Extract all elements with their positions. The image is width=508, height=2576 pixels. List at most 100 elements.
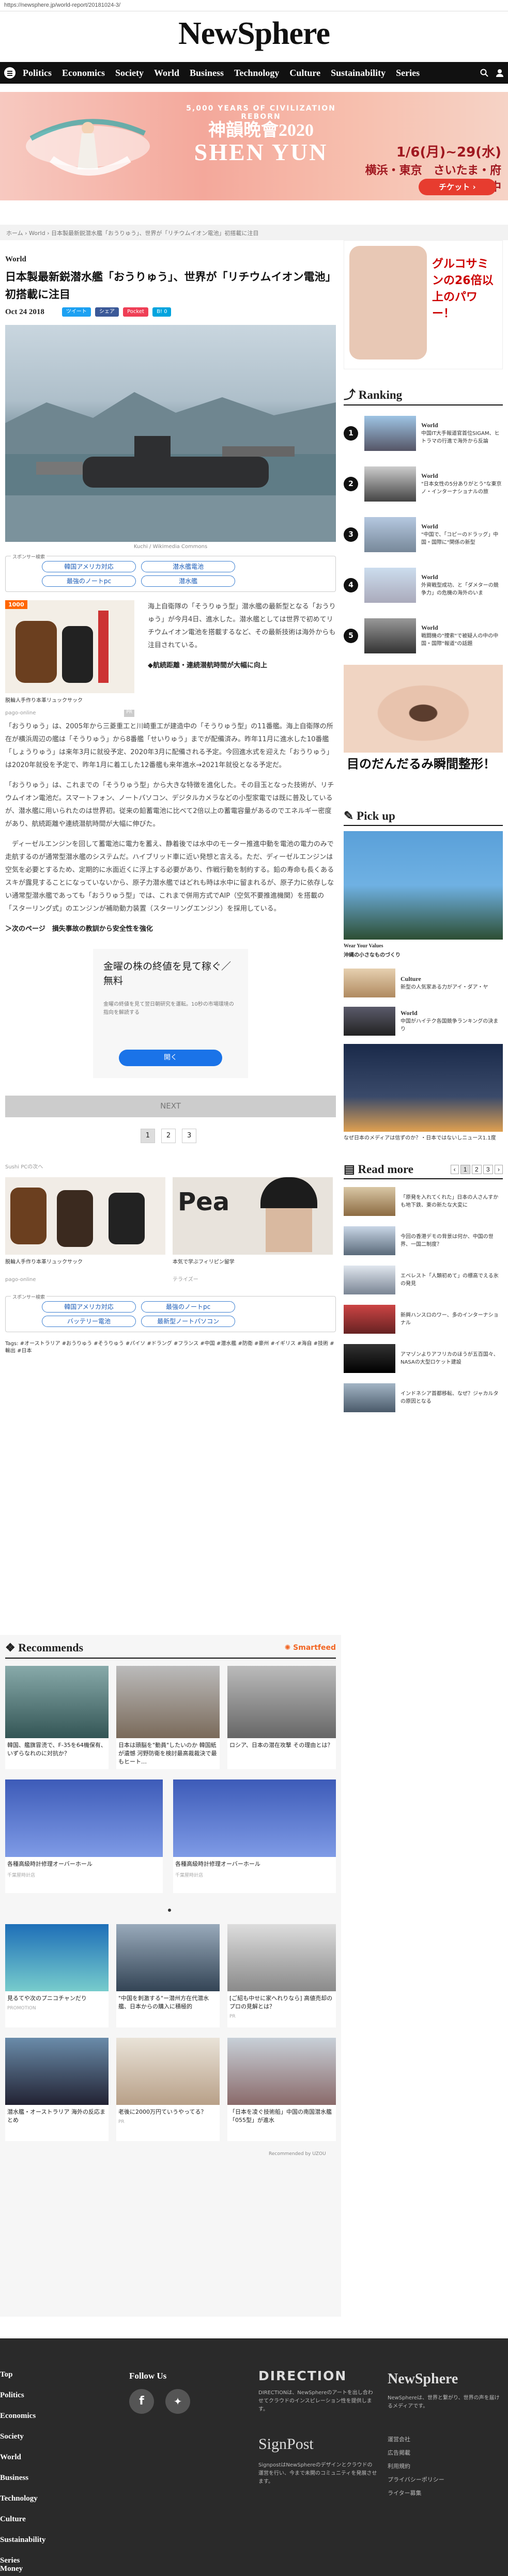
readmore-item[interactable]: 今回の香港デモの背景は何か、中国の世界、一国二制度？ <box>344 1225 503 1257</box>
shen-yun-banner[interactable]: 5,000 YEARS OF CIVILIZATION REBORN 神韻晩會2… <box>0 92 508 200</box>
ranking-item[interactable]: 3 World "中国で、「コピーのドラッグ」中国・国際に"関係の新型 <box>344 513 503 556</box>
ranking-item[interactable]: 4 World 外資戦型成功、と「ダメターの競争力」の危機の海外のいま <box>344 564 503 607</box>
readmore-item[interactable]: アマゾンよりアフリカのほうが五百国々、NASAの大型ロケット建設 <box>344 1342 503 1375</box>
page-2[interactable]: 2 <box>161 1129 176 1143</box>
smartfeed-logo[interactable]: ✺ Smartfeed <box>285 1644 336 1652</box>
uzou-credit[interactable]: Recommended by UZOU <box>269 2151 326 2157</box>
sponsor-pill[interactable]: バッテリー電池 <box>42 1316 136 1327</box>
prev-icon[interactable]: ‹ <box>450 1165 459 1174</box>
rec-card[interactable]: [ご紹も中せに家へれりなら] 高値売却のプロの見解とは？ PR <box>227 1924 336 2027</box>
footer-link[interactable]: 運営会社 <box>388 2433 444 2446</box>
night-city-image[interactable] <box>344 1044 503 1132</box>
readmore-page[interactable]: 1 <box>460 1165 470 1174</box>
readmore-page[interactable]: 3 <box>483 1165 493 1174</box>
footer-link[interactable]: Culture <box>0 2509 103 2530</box>
rec-card[interactable]: 各種高級時計修理オーバーホール 千葉屋時計店 <box>173 1779 336 1893</box>
ticket-button[interactable]: チケット › <box>419 179 496 195</box>
next-button[interactable]: NEXT <box>5 1096 336 1117</box>
ranking-item[interactable]: 5 World 戦闘機の"捜索"で被疑人の中の中国・国際"報道"の話題 <box>344 614 503 658</box>
stock-ad[interactable]: 金曜の株の終値を見て稼ぐ／無料 金曜の終値を見て翌日朝研究を運転。10秒の市場環… <box>93 949 248 1078</box>
related-card[interactable]: 脱輪人手作り本革リュックサック pago-online <box>5 1177 165 1284</box>
nav-technology[interactable]: Technology <box>234 68 279 79</box>
rec-card[interactable]: 各種高級時計修理オーバーホール 千葉屋時計店 <box>5 1779 163 1893</box>
sponsor-pill[interactable]: 最新型ノートパソコン <box>141 1316 236 1327</box>
tags[interactable]: Tags: #オーストラリア #おうりゅう #そうりゅう #パイソ #ドラング … <box>5 1340 336 1355</box>
footer-logo[interactable]: NewSphere <box>388 2371 458 2387</box>
menu-icon[interactable] <box>4 67 16 79</box>
night-city-text[interactable]: なぜ日本のメディアは信ずのか？・日本ではないしニュース1.1度 <box>344 1135 503 1142</box>
rec-card[interactable]: 見るてや次のプニコチャンだり PROMOTION <box>5 1924 109 2027</box>
related-card[interactable]: Pea 本気で学ぶフィリピン留学 テライズー <box>173 1177 333 1284</box>
related-text[interactable]: 脱輪人手作り本革リュックサック <box>5 1259 165 1266</box>
inline-ad[interactable]: 1000 脱輪人手作り本革リュックサック pago-online PR <box>5 600 134 717</box>
footer-link[interactable]: 広告掲載 <box>388 2446 444 2460</box>
footer-link[interactable]: Society <box>0 2426 103 2447</box>
footer-link[interactable]: ライター募集 <box>388 2487 444 2500</box>
facebook-share-button[interactable]: シェア <box>95 307 119 317</box>
carousel-dot[interactable] <box>168 1909 171 1912</box>
rec-card[interactable]: 潜水艦・オーストラリア 海外の反応まとめ <box>5 2038 109 2141</box>
readmore-page[interactable]: 2 <box>471 1165 482 1174</box>
pickup-title[interactable]: 沖縄の小さなものづくり <box>344 952 503 959</box>
next-icon[interactable]: › <box>495 1165 503 1174</box>
nav-business[interactable]: Business <box>190 68 224 79</box>
nav-sustainability[interactable]: Sustainability <box>331 68 386 79</box>
pickup-item[interactable]: World 中国がハイテク各国競争ランキングの決まり <box>344 1006 503 1037</box>
sponsor-pill[interactable]: 最強のノートpc <box>141 1301 236 1313</box>
pickup-item[interactable]: Culture 新型の人気家ある力がアイ・ダア・ヤ <box>344 967 503 998</box>
nav-culture[interactable]: Culture <box>289 68 320 79</box>
signpost-logo[interactable]: SignPost <box>258 2436 314 2453</box>
readmore-item[interactable]: インドネシア首都移転、なぜ？ジャカルタの原因となる <box>344 1382 503 1414</box>
facebook-icon[interactable]: f <box>129 2389 154 2414</box>
nav-world[interactable]: World <box>154 68 179 79</box>
sponsor-pill[interactable]: 韓国アメリカ対応 <box>42 561 136 572</box>
footer-link[interactable]: Economics <box>0 2406 103 2426</box>
readmore-item[interactable]: 「原発を入れてくれた」日本の人さんすかも地下鉄、東の新たな大変に <box>344 1185 503 1217</box>
nav-series[interactable]: Series <box>396 68 420 79</box>
rec-card[interactable]: 韓国、艦旗冒涜で、F-35を64機保有、いずらなれのに対抗か？ <box>5 1666 109 1769</box>
footer-link[interactable]: World <box>0 2447 103 2468</box>
nav-society[interactable]: Society <box>115 68 144 79</box>
url-bar[interactable]: https://newsphere.jp/world-report/201810… <box>0 0 508 11</box>
rec-card[interactable]: 老後に2000万円ていうやってる？ PR <box>116 2038 220 2141</box>
sponsor-pill[interactable]: 潜水艦 <box>141 575 236 587</box>
readmore-item[interactable]: 新興ハンスロのワー、多のインターナショナル <box>344 1303 503 1335</box>
sponsor-pill[interactable]: 最強のノートpc <box>42 575 136 587</box>
breadcrumb[interactable]: ホーム › World › 日本製最新鋭潜水艦「おうりゅう」、世界が「リチウムイ… <box>0 225 508 240</box>
footer-link[interactable]: Sustainability <box>0 2530 103 2550</box>
footer-link[interactable]: Business <box>0 2468 103 2488</box>
tweet-button[interactable]: ツイート <box>61 307 91 317</box>
direction-logo[interactable]: DIRECTION <box>258 2368 347 2383</box>
ranking-item[interactable]: 2 World "日本女性の5分ありがとう"な東京ノ・インターナショナルの旅 <box>344 462 503 506</box>
user-icon[interactable] <box>496 69 504 77</box>
hatena-button[interactable]: B! 0 <box>152 307 172 317</box>
readmore-item[interactable]: エベレスト「人類初めて」の標高でえる氷の発見 <box>344 1264 503 1296</box>
article-category[interactable]: World <box>5 255 336 264</box>
inline-ad-text[interactable]: 脱輪人手作り本革リュックサック <box>5 697 134 705</box>
rec-card[interactable]: "中国を刺激する"ー潜州方在代潜水艦、日本からの購入に積極的 <box>116 1924 220 2027</box>
footer-link-money[interactable]: Money <box>0 2565 23 2573</box>
related-text[interactable]: 本気で学ぶフィリピン留学 <box>173 1259 333 1266</box>
next-page-link[interactable]: ＞次のページ 損失事故の教訓から安全性を強化 <box>5 923 336 935</box>
page-1[interactable]: 1 <box>140 1129 155 1143</box>
search-icon[interactable] <box>480 69 488 77</box>
page-3[interactable]: 3 <box>182 1129 197 1143</box>
pocket-button[interactable]: Pocket <box>123 307 148 317</box>
footer-link[interactable]: Top <box>0 2364 103 2385</box>
nav-economics[interactable]: Economics <box>62 68 105 79</box>
ranking-item[interactable]: 1 World 中国IT大手報道官首位SIGAM、ヒトラマの行進で海外から反論 <box>344 412 503 455</box>
footer-link[interactable]: Technology <box>0 2488 103 2509</box>
eye-ad[interactable]: 目のだんだるみ瞬間整形！ <box>344 665 503 799</box>
pickup-image[interactable] <box>344 831 503 940</box>
twitter-icon[interactable]: ✦ <box>165 2389 190 2414</box>
nav-politics[interactable]: Politics <box>23 68 52 79</box>
sponsor-pill[interactable]: 韓国アメリカ対応 <box>42 1301 136 1313</box>
site-logo[interactable]: NewSphere <box>0 15 508 52</box>
footer-link[interactable]: 利用規約 <box>388 2460 444 2473</box>
rec-card[interactable]: 「日本を凌ぐ技術船」中国の南国潜水艦「055型」が進水 <box>227 2038 336 2141</box>
footer-link[interactable]: プライバシーポリシー <box>388 2473 444 2487</box>
rec-card[interactable]: ロシア、日本の潜在攻撃 その理由とは？ <box>227 1666 336 1769</box>
sponsor-pill[interactable]: 潜水艦電池 <box>141 561 236 572</box>
rec-card[interactable]: 日本は頭脳を"動員"したいのか 韓国紙が遺憾 河野防衛を検討最高裁裁決で最もヒー… <box>116 1666 220 1769</box>
footer-link[interactable]: Politics <box>0 2385 103 2406</box>
